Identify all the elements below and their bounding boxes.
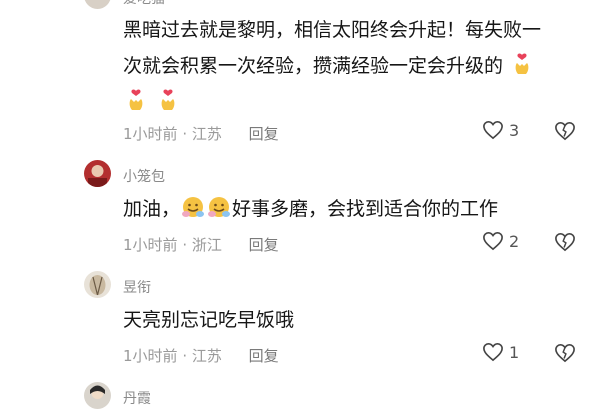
avatar[interactable] (84, 382, 111, 409)
broken-heart-icon (555, 343, 575, 363)
comment-location: 浙江 (191, 236, 222, 254)
avatar[interactable] (84, 0, 111, 9)
broken-heart-icon (555, 121, 575, 141)
meta-separator: · (177, 347, 192, 365)
comment-meta: 1小时前 · 江苏 回复 (123, 345, 279, 366)
comment-username[interactable]: 小笼包 (123, 166, 165, 186)
comment-meta: 1小时前 · 浙江 回复 (123, 234, 279, 255)
comment-time: 1小时前 (123, 236, 178, 254)
comment-text-segment: 好事多磨，会找到适合你的工作 (232, 198, 499, 220)
comment-location: 江苏 (191, 125, 222, 143)
heart-outline-icon (482, 231, 504, 251)
hands-heart-emoji (156, 88, 180, 112)
comment-text-line: 黑暗过去就是黎明，相信太阳终会升起！每失败一 (123, 19, 542, 41)
like-count: 1 (509, 342, 520, 362)
reply-button[interactable]: 回复 (249, 125, 279, 143)
hug-emoji (181, 195, 205, 219)
like-button[interactable]: 2 (482, 231, 519, 251)
reply-button[interactable]: 回复 (249, 236, 279, 254)
avatar[interactable] (84, 160, 111, 187)
like-button[interactable]: 1 (482, 342, 519, 362)
comment-time: 1小时前 (123, 347, 178, 365)
comment-text-segment: 加油， (123, 198, 181, 220)
comment-username[interactable]: 丹霞 (123, 388, 151, 408)
reply-button[interactable]: 回复 (249, 347, 279, 365)
comment-username[interactable]: 昱衔 (123, 277, 151, 297)
like-button[interactable]: 3 (482, 120, 519, 140)
comment-text-segment: 次就会积累一次经验，攒满经验一定会升级的 (123, 55, 504, 77)
comment-text: 天亮别忘记吃早饭哦 (123, 309, 295, 331)
hug-emoji (207, 195, 231, 219)
heart-outline-icon (482, 120, 504, 140)
meta-separator: · (177, 236, 192, 254)
comment-time: 1小时前 (123, 125, 178, 143)
comment-location: 江苏 (191, 347, 222, 365)
dislike-button[interactable] (554, 232, 576, 252)
like-count: 3 (509, 120, 520, 140)
comment-text: 黑暗过去就是黎明，相信太阳终会升起！每失败一 次就会积累一次经验，攒满经验一定会… (123, 12, 593, 120)
comment-text: 加油， 好事多磨，会找到适合你的工作 (123, 191, 593, 227)
dislike-button[interactable] (554, 343, 576, 363)
comment-username[interactable]: 爱吃猫 (123, 0, 165, 8)
comment-text-line (123, 84, 593, 120)
hands-heart-emoji (124, 88, 148, 112)
avatar[interactable] (84, 271, 111, 298)
dislike-button[interactable] (554, 121, 576, 141)
heart-outline-icon (482, 342, 504, 362)
like-count: 2 (509, 231, 520, 251)
hands-heart-emoji (510, 52, 534, 76)
meta-separator: · (177, 125, 192, 143)
comment-text-line: 次就会积累一次经验，攒满经验一定会升级的 (123, 48, 593, 84)
broken-heart-icon (555, 232, 575, 252)
comment-meta: 1小时前 · 江苏 回复 (123, 123, 279, 144)
